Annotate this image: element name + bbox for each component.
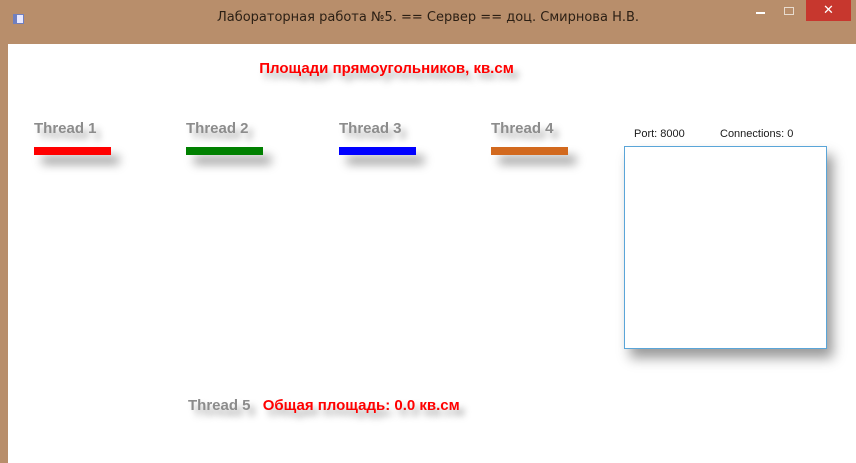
thread-2-label: Thread 2: [186, 120, 249, 137]
window-title: Лабораторная работа №5. == Сервер == доц…: [216, 10, 640, 25]
close-button[interactable]: ✕: [806, 0, 851, 21]
footer-summary: Thread 5 Общая площадь: 0.0 кв.см: [188, 397, 460, 414]
thread-2-bar: [186, 147, 263, 155]
port-label: Port: 8000: [634, 128, 685, 140]
title-bar[interactable]: Лабораторная работа №5. == Сервер == доц…: [0, 0, 856, 44]
maximize-button[interactable]: [776, 0, 802, 22]
maximize-icon: [784, 7, 794, 15]
connections-label: Connections: 0: [720, 128, 794, 140]
thread-3-label: Thread 3: [339, 120, 402, 137]
app-window: Лабораторная работа №5. == Сервер == доц…: [0, 0, 856, 463]
minimize-button[interactable]: [747, 0, 773, 22]
thread-4-label: Thread 4: [491, 120, 554, 137]
thread-5-label: Thread 5: [188, 397, 251, 414]
thread-4-bar: [491, 147, 568, 155]
connections-log-box[interactable]: [624, 146, 827, 349]
close-icon: ✕: [823, 3, 834, 18]
thread-1-bar: [34, 147, 111, 155]
client-area: Площади прямоугольников, кв.см Thread 1 …: [8, 44, 856, 463]
minimize-icon: [755, 12, 765, 14]
total-area-label: Общая площадь: 0.0 кв.см: [262, 397, 460, 414]
thread-1-label: Thread 1: [34, 120, 97, 137]
thread-3-bar: [339, 147, 416, 155]
page-title: Площади прямоугольников, кв.см: [259, 60, 514, 77]
